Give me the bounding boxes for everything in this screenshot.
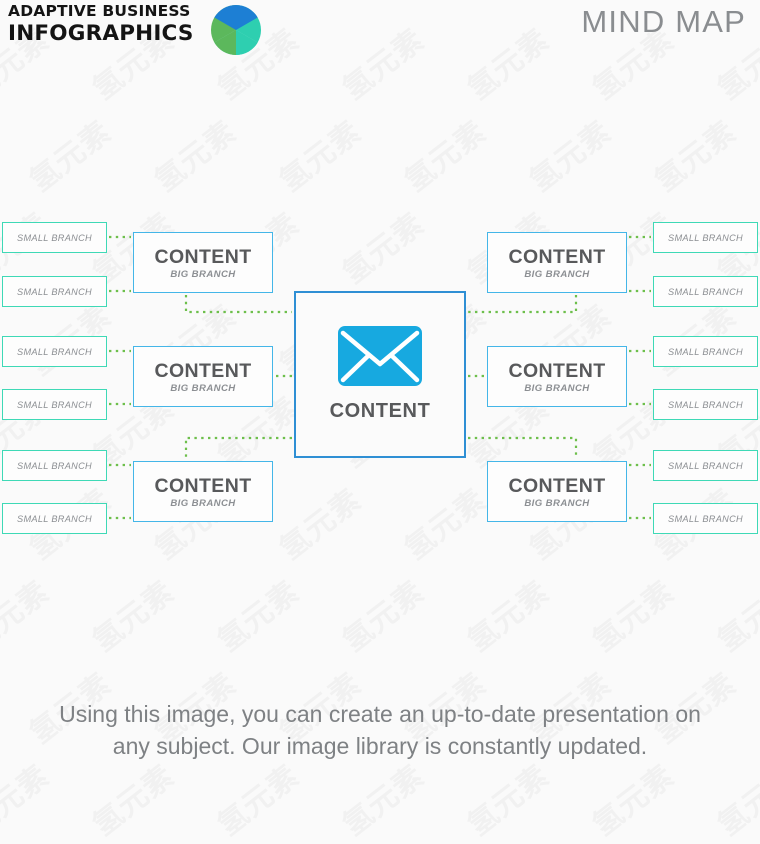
caption-line-1: Using this image, you can create an up-t… <box>59 701 701 727</box>
small-branch-left-2[interactable]: SMALL BRANCH <box>2 276 107 307</box>
big-branch-right-top[interactable]: CONTENT BIG BRANCH <box>487 232 627 293</box>
big-branch-left-middle[interactable]: CONTENT BIG BRANCH <box>133 346 273 407</box>
small-branch-label: SMALL BRANCH <box>668 460 743 471</box>
small-branch-label: SMALL BRANCH <box>668 513 743 524</box>
watermark-text: 氢元素 <box>331 752 431 844</box>
big-branch-right-bottom[interactable]: CONTENT BIG BRANCH <box>487 461 627 522</box>
big-branch-left-top[interactable]: CONTENT BIG BRANCH <box>133 232 273 293</box>
big-branch-title: CONTENT <box>508 359 606 382</box>
big-branch-title: CONTENT <box>154 474 252 497</box>
small-branch-label: SMALL BRANCH <box>17 286 92 297</box>
mind-map-diagram: SMALL BRANCH SMALL BRANCH SMALL BRANCH S… <box>0 0 760 764</box>
big-branch-left-bottom[interactable]: CONTENT BIG BRANCH <box>133 461 273 522</box>
small-branch-left-6[interactable]: SMALL BRANCH <box>2 503 107 534</box>
center-node-label: CONTENT <box>329 400 431 422</box>
big-branch-subtitle: BIG BRANCH <box>524 268 590 280</box>
brand-line-1: ADAPTIVE BUSINESS <box>8 2 191 20</box>
tri-segment-circle-icon <box>211 5 261 55</box>
brand-line-2: INFOGRAPHICS <box>8 21 194 46</box>
small-branch-label: SMALL BRANCH <box>17 346 92 357</box>
watermark-text: 氢元素 <box>0 752 57 844</box>
page-title: MIND MAP <box>581 4 746 39</box>
small-branch-label: SMALL BRANCH <box>17 513 92 524</box>
watermark-text: 氢元素 <box>581 752 681 844</box>
small-branch-label: SMALL BRANCH <box>668 232 743 243</box>
caption-line-2: any subject. Our image library is consta… <box>112 733 648 759</box>
caption: Using this image, you can create an up-t… <box>0 698 760 762</box>
big-branch-subtitle: BIG BRANCH <box>524 497 590 509</box>
big-branch-title: CONTENT <box>508 474 606 497</box>
big-branch-subtitle: BIG BRANCH <box>170 497 236 509</box>
small-branch-left-5[interactable]: SMALL BRANCH <box>2 450 107 481</box>
brand-logo-group: ADAPTIVE BUSINESS INFOGRAPHICS <box>8 2 268 55</box>
watermark-text: 氢元素 <box>456 752 556 844</box>
big-branch-subtitle: BIG BRANCH <box>170 268 236 280</box>
small-branch-label: SMALL BRANCH <box>17 232 92 243</box>
big-branch-right-middle[interactable]: CONTENT BIG BRANCH <box>487 346 627 407</box>
small-branch-label: SMALL BRANCH <box>17 460 92 471</box>
big-branch-title: CONTENT <box>154 245 252 268</box>
big-branch-subtitle: BIG BRANCH <box>524 382 590 394</box>
center-node[interactable]: CONTENT <box>294 291 466 458</box>
small-branch-right-5[interactable]: SMALL BRANCH <box>653 450 758 481</box>
small-branch-label: SMALL BRANCH <box>17 399 92 410</box>
small-branch-right-3[interactable]: SMALL BRANCH <box>653 336 758 367</box>
small-branch-left-3[interactable]: SMALL BRANCH <box>2 336 107 367</box>
small-branch-right-2[interactable]: SMALL BRANCH <box>653 276 758 307</box>
big-branch-subtitle: BIG BRANCH <box>170 382 236 394</box>
big-branch-title: CONTENT <box>508 245 606 268</box>
small-branch-right-1[interactable]: SMALL BRANCH <box>653 222 758 253</box>
big-branch-title: CONTENT <box>154 359 252 382</box>
envelope-icon <box>338 326 422 386</box>
small-branch-label: SMALL BRANCH <box>668 346 743 357</box>
small-branch-right-6[interactable]: SMALL BRANCH <box>653 503 758 534</box>
watermark-text: 氢元素 <box>81 752 181 844</box>
small-branch-label: SMALL BRANCH <box>668 399 743 410</box>
small-branch-left-1[interactable]: SMALL BRANCH <box>2 222 107 253</box>
header: ADAPTIVE BUSINESS INFOGRAPHICS MIND MAP <box>0 0 760 60</box>
watermark-text: 氢元素 <box>206 752 306 844</box>
brand-text: ADAPTIVE BUSINESS INFOGRAPHICS <box>8 2 204 46</box>
small-branch-label: SMALL BRANCH <box>668 286 743 297</box>
small-branch-left-4[interactable]: SMALL BRANCH <box>2 389 107 420</box>
small-branch-right-4[interactable]: SMALL BRANCH <box>653 389 758 420</box>
watermark-text: 氢元素 <box>706 752 760 844</box>
